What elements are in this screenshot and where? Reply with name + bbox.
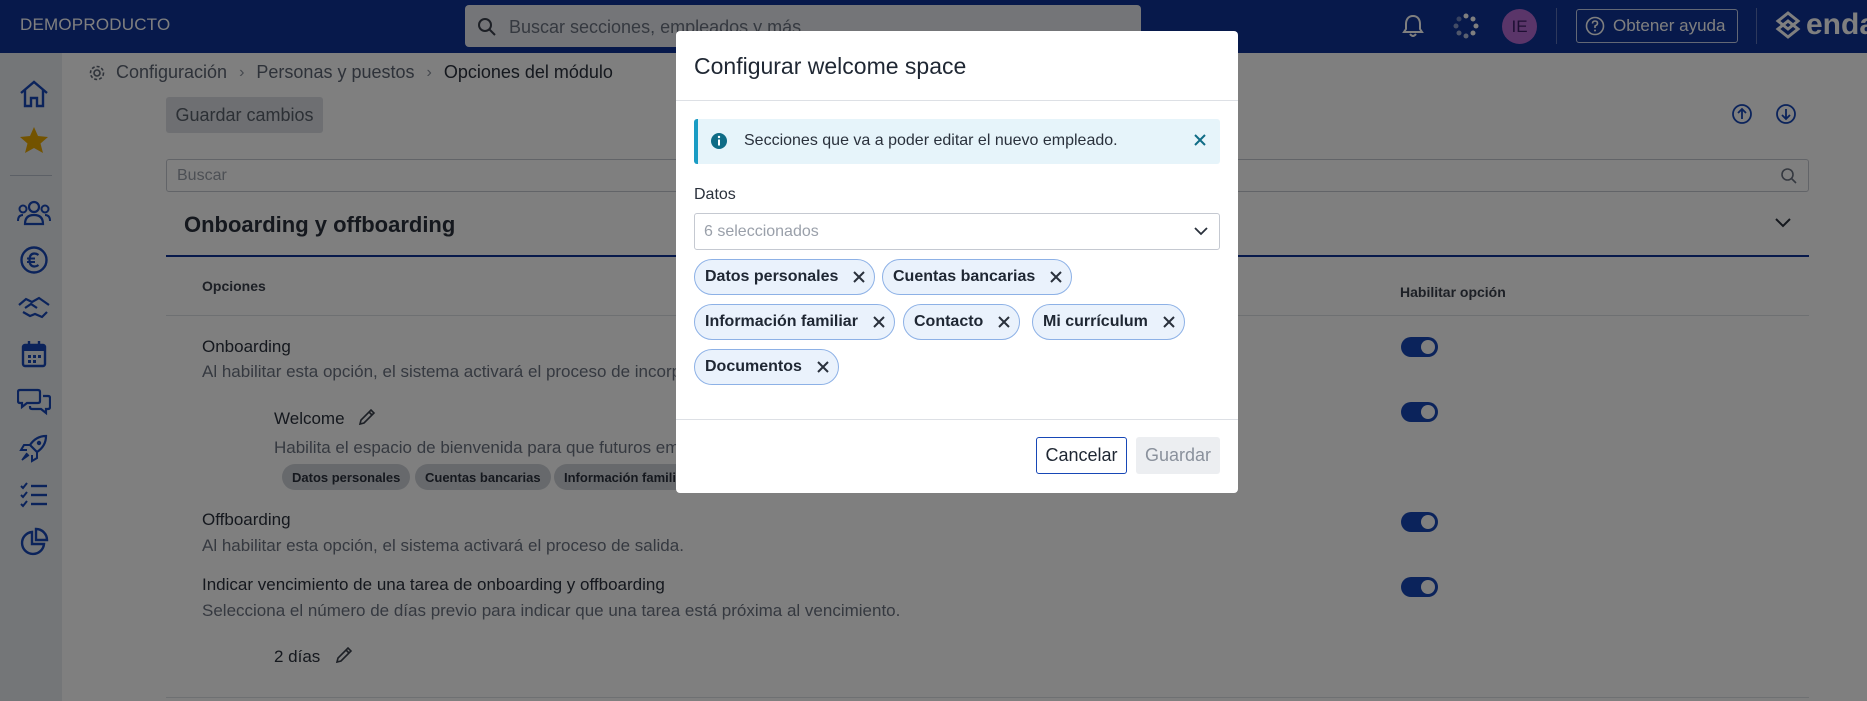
close-icon[interactable] bbox=[852, 270, 866, 284]
close-icon[interactable] bbox=[816, 360, 830, 374]
data-field-label: Datos bbox=[694, 186, 736, 203]
chip-label: Información familiar bbox=[705, 313, 858, 330]
info-alert-text: Secciones que va a poder editar el nuevo… bbox=[744, 132, 1118, 149]
chevron-down-icon bbox=[1194, 227, 1208, 236]
save-button[interactable]: Guardar bbox=[1136, 437, 1220, 474]
configure-welcome-modal: Configurar welcome space Secciones que v… bbox=[676, 31, 1238, 493]
chip-contacto: Contacto bbox=[903, 304, 1021, 340]
close-icon[interactable] bbox=[1162, 315, 1176, 329]
chip-cuentas-bancarias: Cuentas bancarias bbox=[882, 259, 1073, 295]
info-alert: Secciones que va a poder editar el nuevo… bbox=[694, 119, 1220, 164]
modal-title: Configurar welcome space bbox=[694, 53, 967, 79]
chip-label: Documentos bbox=[705, 358, 802, 375]
chip-informacion-familiar: Información familiar bbox=[694, 304, 895, 340]
data-sections-select[interactable]: 6 seleccionados bbox=[694, 213, 1220, 250]
select-value: 6 seleccionados bbox=[704, 223, 819, 240]
close-icon[interactable] bbox=[1192, 132, 1208, 148]
cancel-button[interactable]: Cancelar bbox=[1036, 437, 1127, 474]
chip-label: Mi currículum bbox=[1043, 313, 1148, 330]
info-icon bbox=[711, 133, 727, 149]
close-icon[interactable] bbox=[1049, 270, 1063, 284]
chip-mi-curriculum: Mi currículum bbox=[1032, 304, 1185, 340]
chip-datos-personales: Datos personales bbox=[694, 259, 876, 295]
close-icon[interactable] bbox=[997, 315, 1011, 329]
modal-header-divider bbox=[676, 100, 1238, 101]
chip-label: Contacto bbox=[914, 313, 984, 330]
chip-documentos: Documentos bbox=[694, 349, 839, 385]
modal-footer-divider bbox=[676, 419, 1238, 420]
chip-label: Datos personales bbox=[705, 268, 839, 285]
close-icon[interactable] bbox=[872, 315, 886, 329]
chip-label: Cuentas bancarias bbox=[893, 268, 1036, 285]
